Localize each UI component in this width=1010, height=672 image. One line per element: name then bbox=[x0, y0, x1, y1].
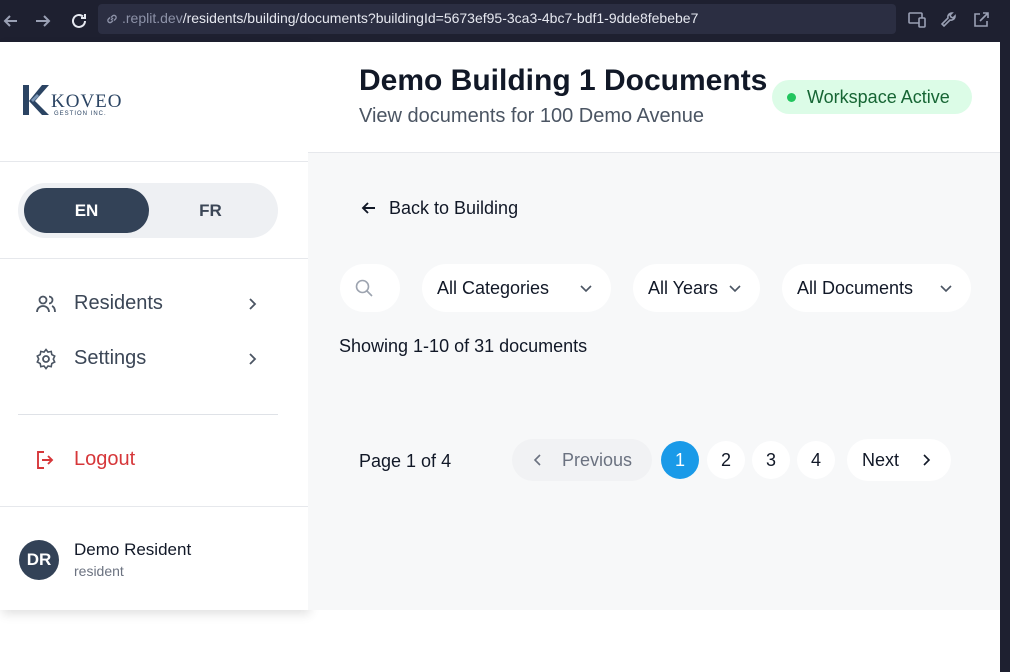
logout-label: Logout bbox=[74, 448, 136, 470]
chevron-left-icon bbox=[533, 454, 541, 466]
chevron-down-icon bbox=[580, 285, 592, 293]
next-page-button[interactable]: Next bbox=[847, 439, 951, 481]
url-text: .replit.dev/residents/building/documents… bbox=[122, 10, 698, 26]
chevron-right-icon bbox=[923, 454, 931, 466]
next-label: Next bbox=[862, 450, 900, 470]
sidebar-item-label: Settings bbox=[74, 347, 147, 369]
user-profile[interactable]: DR Demo Resident resident bbox=[0, 506, 308, 610]
logo-area: KOVEO GESTION INC. bbox=[0, 42, 308, 162]
sidebar-item-label: Residents bbox=[74, 292, 163, 314]
koveo-logo[interactable]: KOVEO GESTION INC. bbox=[20, 82, 130, 122]
status-badge: Workspace Active bbox=[772, 80, 972, 114]
address-bar[interactable]: .replit.dev/residents/building/documents… bbox=[98, 4, 896, 34]
browser-toolbar: .replit.dev/residents/building/documents… bbox=[0, 0, 1010, 42]
forward-icon[interactable] bbox=[30, 8, 56, 34]
chevron-right-icon bbox=[249, 298, 257, 310]
logo-k-icon bbox=[23, 85, 49, 115]
reload-icon[interactable] bbox=[66, 8, 92, 34]
status-dot-icon bbox=[787, 93, 796, 102]
logo-subtitle: GESTION INC. bbox=[54, 111, 107, 117]
logo-wordmark: KOVEO bbox=[51, 91, 123, 112]
logout-button[interactable]: Logout bbox=[18, 438, 278, 482]
back-icon[interactable] bbox=[0, 8, 26, 34]
search-button[interactable] bbox=[340, 264, 400, 312]
page-info: Page 1 of 4 bbox=[359, 451, 452, 471]
page-title: Demo Building 1 Documents bbox=[359, 64, 768, 97]
document-filter-value: All Documents bbox=[797, 278, 914, 298]
logout-icon bbox=[37, 451, 54, 469]
avatar: DR bbox=[19, 540, 59, 580]
page-2-button[interactable]: 2 bbox=[707, 441, 745, 479]
language-toggle: EN FR bbox=[18, 183, 278, 238]
results-count: Showing 1-10 of 31 documents bbox=[339, 336, 588, 356]
sidebar-item-residents[interactable]: Residents bbox=[18, 282, 278, 326]
sidebar: KOVEO GESTION INC. EN FR Residents Setti… bbox=[0, 42, 308, 610]
wrench-icon[interactable] bbox=[938, 9, 960, 31]
url-domain: .replit.dev bbox=[122, 10, 183, 26]
user-name: Demo Resident bbox=[74, 540, 192, 559]
main-content: Back to Building All Categories All Year… bbox=[308, 153, 1000, 610]
page-3-button[interactable]: 3 bbox=[752, 441, 790, 479]
page-4-button[interactable]: 4 bbox=[797, 441, 835, 479]
language-en-button[interactable]: EN bbox=[24, 188, 149, 233]
page-1-button[interactable]: 1 bbox=[661, 441, 699, 479]
page-subtitle: View documents for 100 Demo Avenue bbox=[359, 105, 705, 127]
category-filter-select[interactable]: All Categories bbox=[422, 264, 611, 312]
arrow-left-icon bbox=[361, 202, 375, 214]
devices-icon[interactable] bbox=[906, 9, 928, 31]
link-icon bbox=[107, 14, 117, 24]
menu-divider bbox=[18, 414, 278, 415]
sidebar-item-settings[interactable]: Settings bbox=[18, 337, 278, 381]
gear-icon bbox=[36, 348, 56, 370]
back-link-label: Back to Building bbox=[389, 198, 519, 218]
document-filter-select[interactable]: All Documents bbox=[782, 264, 971, 312]
search-icon bbox=[355, 279, 373, 297]
year-filter-value: All Years bbox=[648, 278, 719, 298]
category-filter-value: All Categories bbox=[437, 278, 550, 298]
window-edge bbox=[1000, 42, 1010, 672]
status-text: Workspace Active bbox=[807, 87, 950, 107]
language-fr-button[interactable]: FR bbox=[148, 188, 273, 233]
external-link-icon[interactable] bbox=[970, 9, 992, 31]
users-icon bbox=[36, 295, 56, 313]
sidebar-divider bbox=[0, 258, 308, 259]
chevron-down-icon bbox=[940, 285, 952, 293]
year-filter-select[interactable]: All Years bbox=[633, 264, 760, 312]
page-header: Demo Building 1 Documents View documents… bbox=[308, 42, 1000, 153]
chevron-right-icon bbox=[249, 353, 257, 365]
previous-label: Previous bbox=[562, 450, 633, 470]
user-role: resident bbox=[74, 563, 124, 579]
chevron-down-icon bbox=[729, 285, 741, 293]
previous-page-button[interactable]: Previous bbox=[512, 439, 652, 481]
url-path: /residents/building/documents?buildingId… bbox=[182, 10, 699, 26]
